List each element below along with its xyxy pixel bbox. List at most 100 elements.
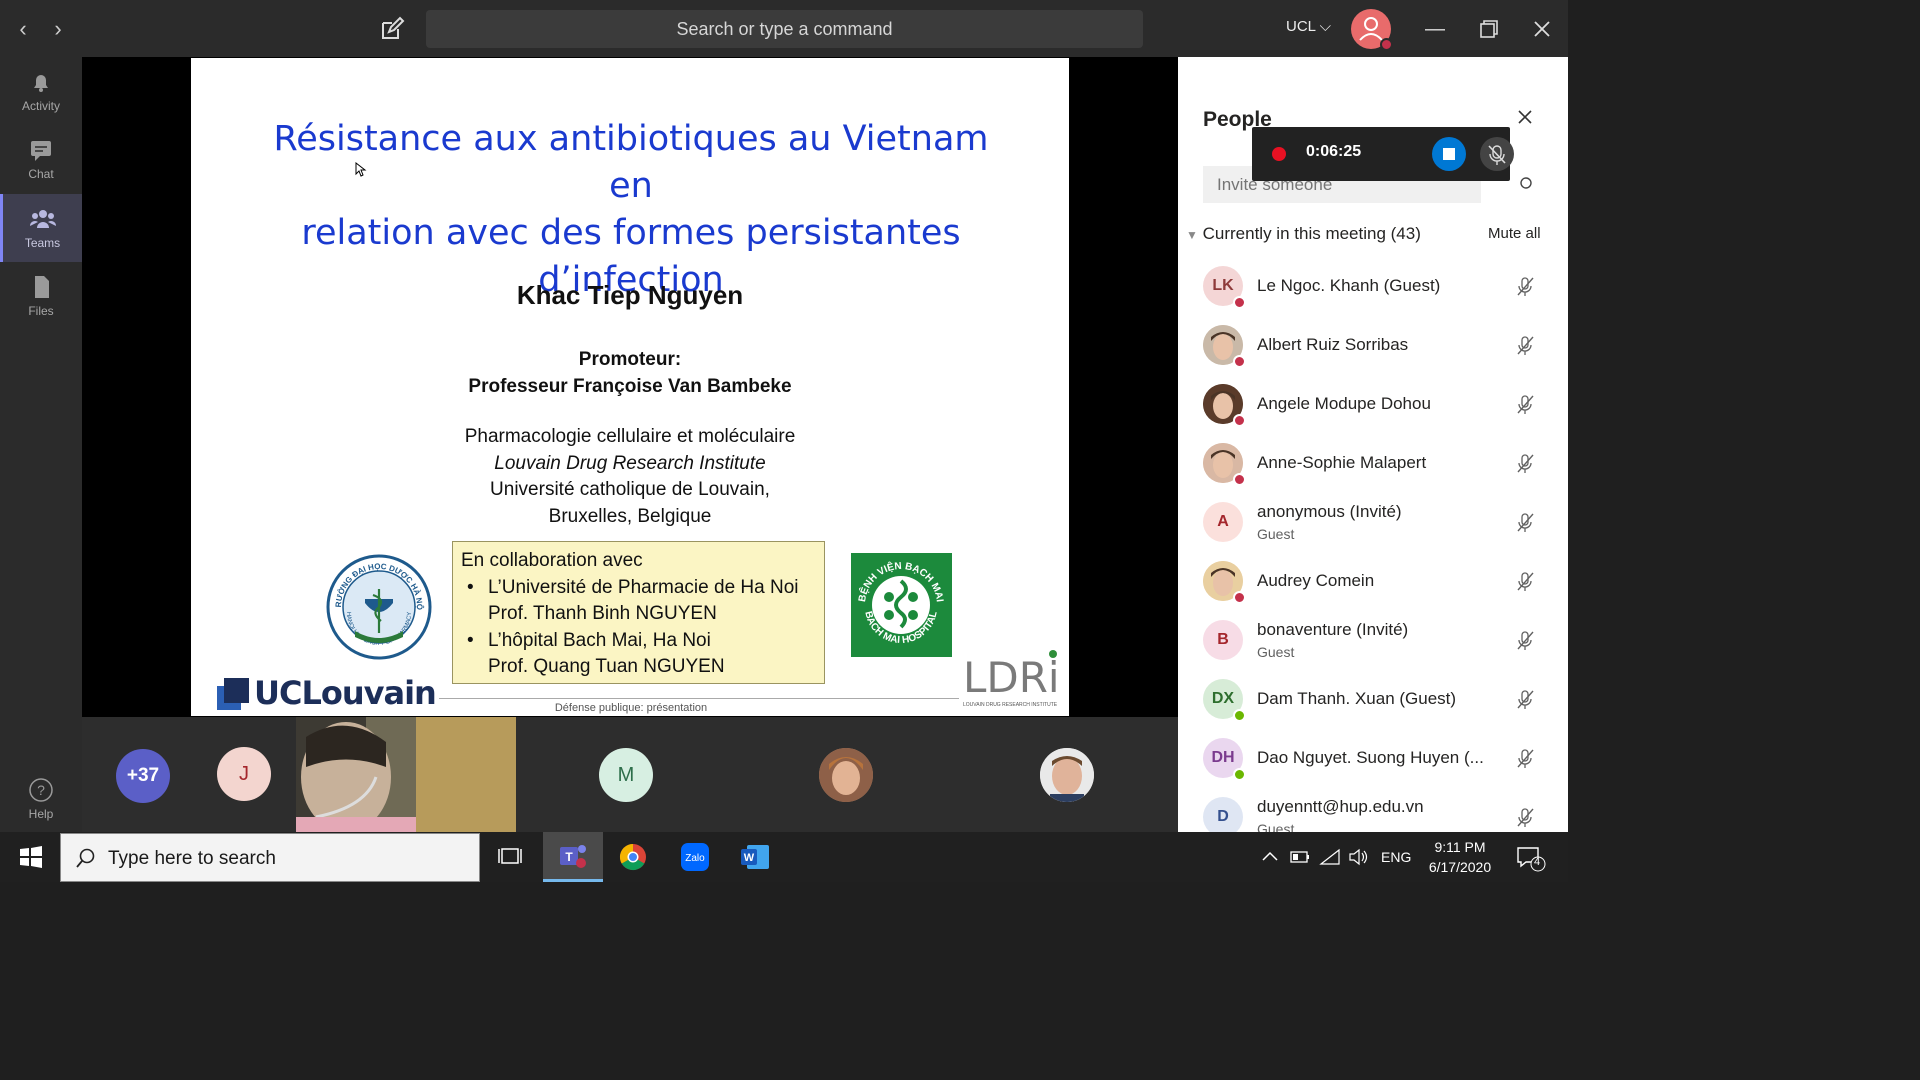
participant-row[interactable]: Anne-Sophie Malapert (1178, 434, 1568, 493)
bell-icon (34, 75, 48, 92)
meeting-section-header[interactable]: ▼ Currently in this meeting (43) (1186, 224, 1421, 244)
participant-name: Dam Thanh. Xuan (Guest) (1257, 689, 1457, 708)
promoteur-label: Promoteur: (578, 349, 682, 370)
participant-tile-avatar[interactable]: J (217, 747, 271, 801)
close-panel-button[interactable] (1515, 107, 1535, 127)
battery-icon[interactable] (1289, 847, 1311, 867)
people-panel: People 0:06:25 ▼ Currently in this meeti… (1178, 57, 1568, 837)
taskbar-search[interactable]: Type here to search (60, 833, 480, 882)
start-button[interactable] (0, 832, 60, 882)
taskbar-clock[interactable]: 9:11 PM 6/17/2020 (1418, 837, 1502, 877)
stop-recording-button[interactable] (1432, 137, 1466, 171)
forward-icon[interactable]: › (43, 14, 73, 44)
participant-video-tile[interactable] (296, 717, 516, 832)
mute-all-button[interactable]: Mute all (1488, 225, 1541, 242)
participant-row[interactable]: Bbonaventure (Invité) Guest (1178, 611, 1568, 670)
mic-off-icon[interactable] (1515, 394, 1535, 416)
taskbar-app-zalo[interactable]: Zalo (665, 832, 725, 882)
mic-off-icon[interactable] (1515, 276, 1535, 298)
rail-item-activity[interactable]: Activity (0, 57, 82, 125)
mic-off-icon[interactable] (1515, 807, 1535, 829)
participant-name: Albert Ruiz Sorribas (1257, 335, 1409, 354)
title-bar: ‹ › Search or type a command UCL ⌵ — (0, 0, 1568, 57)
participant-role: Guest (1257, 526, 1295, 542)
slide-footer-divider (439, 698, 959, 699)
taskbar-app-teams[interactable]: T (543, 832, 603, 882)
participant-initials: DH (1211, 749, 1235, 766)
slide-title: Résistance aux antibiotiques au Vietnam … (251, 116, 1011, 304)
language-indicator[interactable]: ENG (1381, 849, 1411, 865)
notifications-button[interactable]: 4 (1510, 842, 1550, 872)
clock-time: 9:11 PM (1434, 839, 1486, 855)
mic-off-icon[interactable] (1515, 630, 1535, 652)
close-icon (1518, 110, 1532, 124)
zalo-icon: Zalo (681, 843, 709, 871)
mic-off-icon[interactable] (1515, 512, 1535, 534)
mic-off-icon[interactable] (1515, 453, 1535, 475)
rail-item-chat[interactable]: Chat (0, 125, 82, 193)
participant-name: Anne-Sophie Malapert (1257, 453, 1427, 472)
rail-item-files[interactable]: Files (0, 262, 82, 330)
participant-row[interactable]: Albert Ruiz Sorribas (1178, 316, 1568, 375)
mic-off-icon (1488, 145, 1506, 165)
ldri-text: LDRi (963, 653, 1060, 702)
share-invite-icon[interactable] (1516, 173, 1536, 193)
taskbar-app-chrome[interactable] (603, 832, 663, 882)
participant-avatar: B (1203, 620, 1243, 660)
volume-icon[interactable] (1347, 847, 1369, 867)
participant-tile-photo[interactable] (1040, 748, 1094, 802)
mic-off-icon[interactable] (1515, 689, 1535, 711)
zalo-label: Zalo (685, 853, 705, 864)
participant-avatar: D (1203, 797, 1243, 837)
collab-item: Prof. Thanh Binh NGUYEN (488, 603, 717, 624)
rail-label: Activity (21, 99, 60, 113)
app-rail: Activity Chat Teams Files ? Help (0, 57, 82, 832)
participant-initials: D (1217, 808, 1229, 825)
mic-off-icon[interactable] (1515, 335, 1535, 357)
org-switcher[interactable]: UCL ⌵ (1286, 18, 1331, 35)
slide-promoteur: Promoteur: Professeur Françoise Van Bamb… (191, 346, 1069, 400)
rail-item-help[interactable]: ? Help (0, 763, 82, 831)
minimize-button[interactable]: — (1420, 14, 1450, 44)
back-icon[interactable]: ‹ (8, 14, 38, 44)
mic-off-icon[interactable] (1515, 571, 1535, 593)
overflow-participants-button[interactable]: +37 (116, 749, 170, 803)
participant-row[interactable]: Audrey Comein (1178, 552, 1568, 611)
participant-row[interactable]: DH Dao Nguyet. Suong Huyen (... (1178, 729, 1568, 788)
participant-avatar: DH (1203, 738, 1246, 781)
participant-name: Angele Modupe Dohou (1257, 394, 1431, 413)
uclouvain-wordmark: UCLouvain (254, 674, 437, 712)
close-window-button[interactable] (1527, 14, 1557, 44)
presence-status-dot (1233, 768, 1246, 781)
participant-row[interactable]: LK Le Ngoc. Khanh (Guest) (1178, 257, 1568, 316)
rail-label: Help (28, 807, 54, 821)
recording-indicator: 0:06:25 (1252, 127, 1514, 181)
wifi-icon[interactable] (1319, 847, 1341, 867)
compose-icon[interactable] (376, 14, 406, 44)
participant-role: Guest (1257, 644, 1295, 660)
slide-affiliation: Pharmacologie cellulaire et moléculaire … (191, 424, 1069, 530)
participant-tile-avatar[interactable]: M (599, 748, 653, 802)
mic-muted-button[interactable] (1480, 137, 1514, 171)
shared-screen-stage: Résistance aux antibiotiques au Vietnam … (82, 57, 1178, 717)
profile-avatar[interactable] (1351, 9, 1393, 51)
participant-avatar: LK (1203, 266, 1246, 309)
participant-row[interactable]: Angele Modupe Dohou (1178, 375, 1568, 434)
taskbar-app-word[interactable]: W (725, 832, 785, 882)
rail-label: Teams (24, 236, 61, 250)
participant-list: LK Le Ngoc. Khanh (Guest) Albert Ruiz Sorr… (1178, 257, 1568, 847)
chevron-up-icon[interactable] (1259, 847, 1281, 867)
participant-tile-photo[interactable] (819, 748, 873, 802)
command-search-bar[interactable]: Search or type a command (426, 10, 1143, 48)
restore-button[interactable] (1474, 14, 1504, 44)
svg-text:T: T (565, 850, 573, 864)
participant-row[interactable]: Aanonymous (Invité) Guest (1178, 493, 1568, 552)
task-view-button[interactable] (480, 832, 540, 882)
svg-text:?: ? (37, 782, 45, 798)
mic-off-icon[interactable] (1515, 748, 1535, 770)
participant-row[interactable]: DX Dam Thanh. Xuan (Guest) (1178, 670, 1568, 729)
participant-name: Audrey Comein (1257, 571, 1375, 590)
participant-avatar: DX (1203, 679, 1246, 722)
recording-dot (1272, 147, 1286, 161)
rail-item-teams[interactable]: Teams (0, 194, 82, 262)
